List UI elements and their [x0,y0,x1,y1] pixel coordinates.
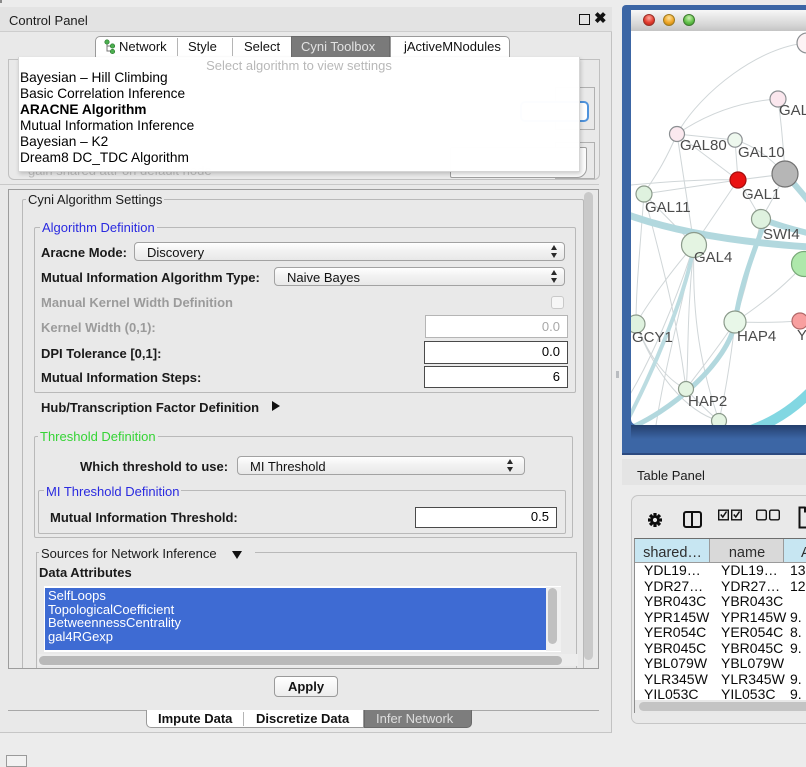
svg-text:Y: Y [797,327,806,344]
svg-text:GAL80: GAL80 [680,137,727,154]
svg-text:GAL4: GAL4 [694,249,732,266]
svg-text:SWI4: SWI4 [763,226,800,243]
svg-text:HAP2: HAP2 [688,393,727,410]
svg-text:GAL1: GAL1 [742,186,780,203]
svg-text:GCY1: GCY1 [632,329,673,346]
svg-text:HAP4: HAP4 [737,328,776,345]
svg-text:GAL7: GAL7 [779,102,806,119]
svg-text:GAL10: GAL10 [738,144,785,161]
svg-text:GAL11: GAL11 [645,199,691,216]
